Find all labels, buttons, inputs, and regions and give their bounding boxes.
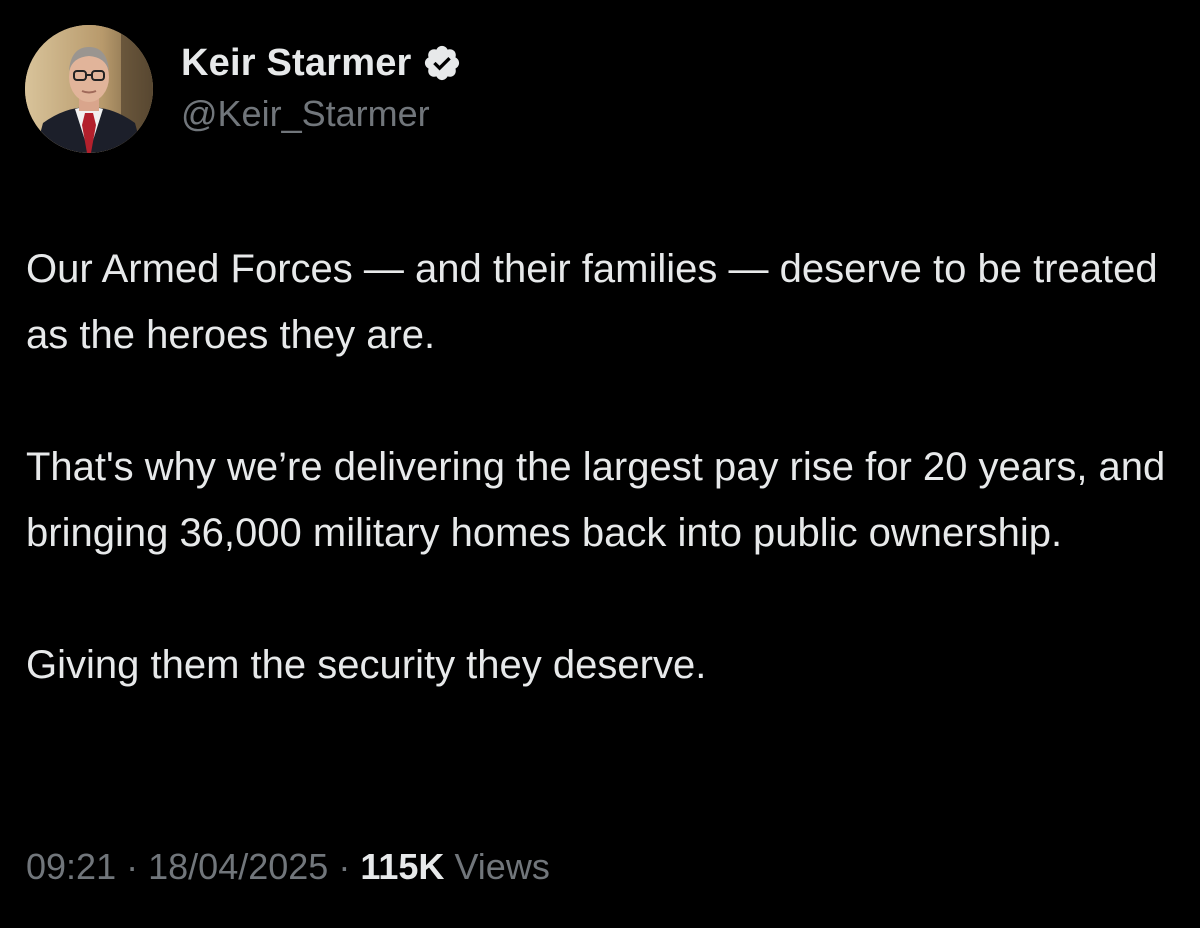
- tweet-paragraph: That's why we’re delivering the largest …: [26, 445, 1166, 555]
- avatar[interactable]: [25, 25, 153, 153]
- views-label: Views: [454, 846, 550, 887]
- author-identity: Keir Starmer @Keir_Starmer: [181, 39, 462, 135]
- tweet-text: Our Armed Forces — and their families — …: [26, 236, 1186, 698]
- tweet-date[interactable]: 18/04/2025: [148, 846, 328, 887]
- tweet-paragraph: Our Armed Forces — and their families — …: [26, 247, 1158, 357]
- tweet-header: Keir Starmer @Keir_Starmer: [25, 25, 462, 153]
- meta-separator: ·: [126, 846, 139, 887]
- meta-separator: ·: [338, 846, 351, 887]
- tweet-card: Keir Starmer @Keir_Starmer Our Armed For…: [0, 0, 1200, 928]
- tweet-paragraph: Giving them the security they deserve.: [26, 643, 707, 687]
- author-handle[interactable]: @Keir_Starmer: [181, 93, 462, 135]
- verified-badge-icon[interactable]: [422, 43, 462, 83]
- tweet-time[interactable]: 09:21: [26, 846, 116, 887]
- views-count[interactable]: 115K: [360, 846, 444, 887]
- author-display-name[interactable]: Keir Starmer: [181, 42, 412, 85]
- name-row: Keir Starmer: [181, 39, 462, 87]
- tweet-meta: 09:21 · 18/04/2025 · 115K Views: [26, 846, 550, 888]
